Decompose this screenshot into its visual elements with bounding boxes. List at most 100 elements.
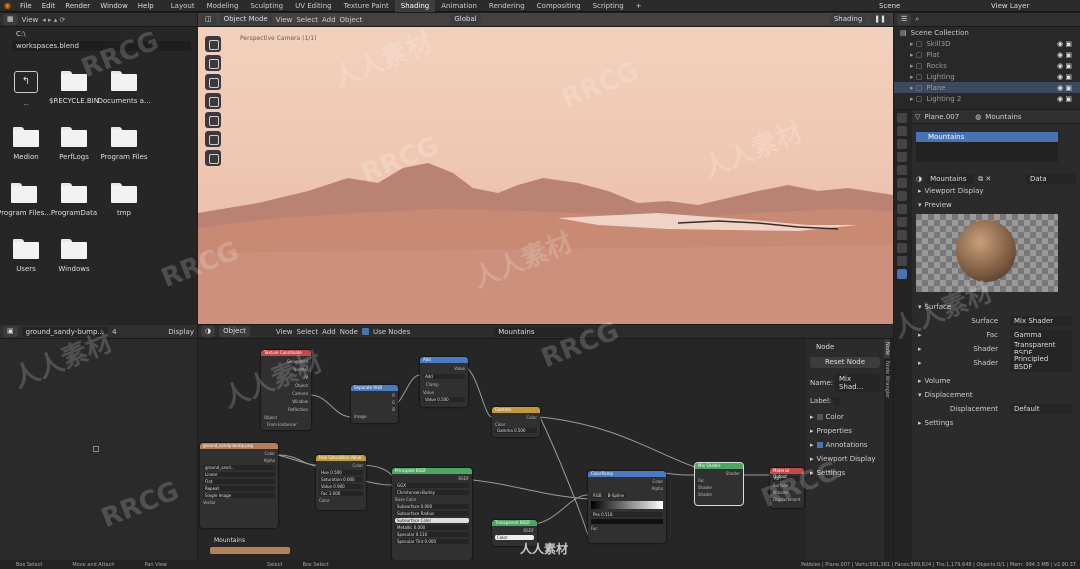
editor-type-button[interactable]: ▦ [3, 14, 18, 25]
outliner-row[interactable]: ▸ ▢ Lighting 2 ◉ ▣ [894, 93, 1080, 104]
constraints-tab-icon[interactable] [897, 243, 907, 253]
sidebar-annotations-panel[interactable]: ▸ Annotations [810, 441, 880, 449]
node-dropdown[interactable]: GGX [395, 483, 469, 488]
select-tool-icon[interactable] [205, 36, 221, 52]
node-value-field[interactable]: Value 0.500 [423, 397, 465, 402]
menu-window[interactable]: Window [100, 2, 128, 10]
material-slot-item[interactable]: Mountains [916, 132, 1058, 142]
tab-layout[interactable]: Layout [165, 0, 201, 12]
viewport-3d[interactable]: ◫ Object Mode View Select Add Object Glo… [198, 13, 893, 324]
colorramp-gradient[interactable] [591, 501, 663, 509]
tab-node-wrangler[interactable]: Node Wrangler [884, 358, 890, 401]
visibility-eye-icon[interactable]: ◉ ▣ [1057, 84, 1072, 92]
file-view-menu[interactable]: View [22, 16, 39, 24]
node-value-field[interactable]: Hue 0.500 [319, 470, 363, 475]
node-separate-rgb[interactable]: Separate RGB R G B Image [351, 385, 398, 423]
node-add[interactable]: Add Value Add Clamp Value Value 0.500 [420, 357, 468, 407]
file-item[interactable]: tmp [94, 183, 154, 217]
add-workspace-button[interactable]: + [630, 0, 648, 12]
editor-type-button[interactable]: ▣ [3, 326, 18, 337]
blender-logo-icon[interactable]: ◉ [4, 1, 11, 10]
material-link-dropdown[interactable]: Data [1026, 174, 1076, 184]
tab-uv-editing[interactable]: UV Editing [289, 0, 338, 12]
material-slot-list[interactable]: Mountains [916, 132, 1058, 162]
tab-animation[interactable]: Animation [435, 0, 483, 12]
colorramp-color-swatch[interactable] [591, 519, 663, 524]
modifier-tab-icon[interactable] [897, 204, 907, 214]
node-principled-bsdf[interactable]: Principled BSDF BSDF GGX Christensen-Bur… [392, 468, 472, 560]
outliner-row[interactable]: ▸ ▢ Rocks ◉ ▣ [894, 60, 1080, 71]
surface-shader-field[interactable]: Mix Shader [1010, 316, 1072, 326]
node-value-field[interactable]: Saturation 0.000 [319, 477, 363, 482]
tab-texture-paint[interactable]: Texture Paint [338, 0, 395, 12]
outliner-row-active[interactable]: ▸ ▢ Plane ◉ ▣ [894, 82, 1080, 93]
node-image-texture[interactable]: ground_sandy-bump.png Color Alpha ground… [200, 443, 278, 528]
node-value-field[interactable]: Metallic 0.000 [395, 525, 469, 530]
scene-selector[interactable]: Scene [879, 2, 900, 10]
fac-input-field[interactable]: Gamma [1010, 330, 1072, 340]
image-display-menu[interactable]: Display [168, 328, 194, 336]
node-label-field[interactable] [833, 397, 842, 405]
volume-panel[interactable]: ▸ Volume [912, 374, 1080, 388]
settings-panel[interactable]: ▸ Settings [912, 416, 1080, 430]
displacement-input-field[interactable]: Default [1010, 404, 1072, 414]
node-name-field[interactable]: Mix Shad... [835, 374, 880, 392]
file-item[interactable]: Program Files [94, 127, 154, 161]
shader2-input-field[interactable]: Principled BSDF [1010, 354, 1072, 372]
node-value-field[interactable]: Value 0.900 [319, 484, 363, 489]
tab-sculpting[interactable]: Sculpting [244, 0, 289, 12]
scale-tool-icon[interactable] [205, 112, 221, 128]
color-checkbox[interactable] [816, 414, 823, 420]
node-mix-shader[interactable]: Mix Shader Shader Fac Shader Shader [695, 463, 743, 505]
menu-edit[interactable]: Edit [42, 2, 56, 10]
tab-shading[interactable]: Shading [394, 0, 436, 12]
path-drive[interactable]: C:\ [0, 27, 197, 41]
sidebar-node-section[interactable]: Node [806, 339, 884, 355]
node-dropdown[interactable]: Christensen-Burley [395, 490, 469, 495]
node-value-field[interactable]: Subsurface Color [395, 518, 469, 523]
node-dropdown[interactable]: B-Spline [605, 493, 627, 498]
render-tab-icon[interactable] [897, 126, 907, 136]
frame-node-label[interactable]: Mountains [214, 537, 245, 544]
visibility-eye-icon[interactable]: ◉ ▣ [1057, 40, 1072, 48]
tab-node[interactable]: Node [884, 339, 890, 359]
viewlayer-selector[interactable]: View Layer [991, 2, 1029, 10]
menu-file[interactable]: File [20, 2, 32, 10]
data-tab-icon[interactable] [897, 256, 907, 266]
nav-arrows-icon[interactable]: ◂ ▸ ▴ ⟳ [42, 16, 65, 24]
rotate-tool-icon[interactable] [205, 93, 221, 109]
move-tool-icon[interactable] [205, 74, 221, 90]
annotate-tool-icon[interactable] [205, 131, 221, 147]
output-tab-icon[interactable] [897, 139, 907, 149]
node-value-field[interactable]: Fac 1.000 [319, 491, 363, 496]
node-image-field[interactable]: ground_sand... [203, 465, 275, 470]
material-tab-icon[interactable] [897, 269, 907, 279]
node-dropdown[interactable]: Repeat [203, 486, 275, 491]
annotations-checkbox[interactable] [816, 442, 823, 448]
measure-tool-icon[interactable] [205, 150, 221, 166]
editor-type-button[interactable]: ☰ [897, 14, 912, 25]
editor-type-button[interactable]: ◫ [201, 14, 216, 25]
material-datablock-field[interactable]: Mountains [926, 174, 975, 184]
node-operation-dropdown[interactable]: Add [423, 374, 465, 379]
visibility-eye-icon[interactable]: ◉ ▣ [1057, 62, 1072, 70]
viewport-display-panel[interactable]: ▸ Viewport Display [912, 184, 1080, 198]
tab-compositing[interactable]: Compositing [531, 0, 587, 12]
collapse-arrow-icon[interactable]: ▸ [918, 345, 922, 353]
file-item[interactable]: Windows [44, 239, 104, 273]
tab-modeling[interactable]: Modeling [201, 0, 245, 12]
outliner-row[interactable]: ▸ ▢ Plat ◉ ▣ [894, 49, 1080, 60]
object-tab-icon[interactable] [897, 191, 907, 201]
physics-tab-icon[interactable] [897, 230, 907, 240]
fake-user-icon[interactable]: ⧉ ✕ [978, 175, 991, 184]
collapse-arrow-icon[interactable]: ▸ [918, 359, 922, 367]
node-gamma[interactable]: Gamma Color Color Gamma 0.500 [492, 407, 540, 437]
node-value-field[interactable]: Gamma 0.500 [495, 428, 537, 433]
outliner-row[interactable]: ▸ ▢ Skill3D ◉ ▣ [894, 38, 1080, 49]
sidebar-color-panel[interactable]: ▸ Color [810, 413, 880, 421]
tab-scripting[interactable]: Scripting [587, 0, 630, 12]
view-layer-tab-icon[interactable] [897, 152, 907, 162]
menu-render[interactable]: Render [65, 2, 90, 10]
node-value-field[interactable]: Specular 0.110 [395, 532, 469, 537]
displacement-panel[interactable]: ▾ Displacement [912, 388, 1080, 402]
